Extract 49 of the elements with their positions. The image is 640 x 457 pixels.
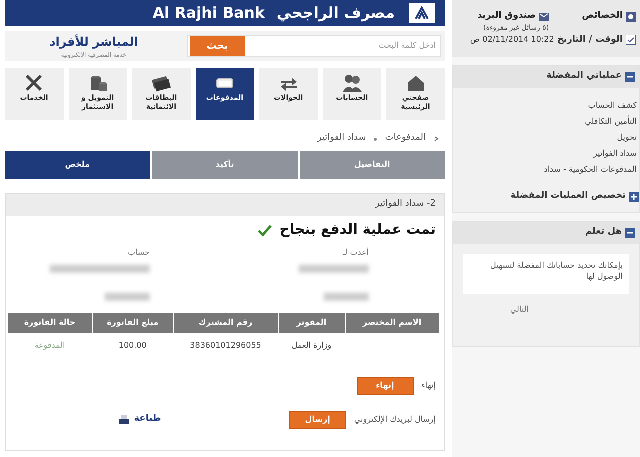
wizard-step: تأكيد [150, 151, 298, 179]
panel-title: 2- سداد الفواتير [375, 198, 436, 212]
favorite-link[interactable]: سداد الفواتير [453, 148, 637, 160]
redacted-value [105, 293, 150, 301]
favorite-link[interactable]: تحويل [453, 132, 637, 144]
column-header: المفوتر [278, 313, 346, 333]
nav-tile-icon [341, 72, 364, 94]
table-cell: المدفوعة [8, 333, 92, 359]
action-label: إرسال لبريدك الإلكتروني [354, 414, 436, 426]
field-label: أعدت لـ [342, 247, 369, 259]
check-icon [258, 224, 272, 236]
table-cell: 38360101296055 [173, 333, 278, 359]
mailbox-link[interactable]: صندوق البريد [477, 10, 550, 24]
wizard-step: التفاصيل [298, 151, 445, 179]
properties-link[interactable]: الخصائص [582, 10, 636, 24]
column-header: مبلغ الفاتورة [92, 313, 174, 333]
collapse-icon [625, 72, 635, 82]
favorite-link[interactable]: التأمين التكافلي [453, 116, 637, 128]
column-header: رقم المشترك [173, 313, 278, 333]
redacted-value [299, 265, 369, 273]
redacted-value [324, 293, 369, 301]
datetime-label: الوقت / التاريخ [557, 34, 623, 46]
favorite-link[interactable]: كشف الحساب [453, 100, 637, 112]
wizard-step: ملخص [5, 151, 150, 179]
bank-name: مصرف الراجحي [276, 2, 395, 24]
tip-text: بإمكانك تحديد حساباتك المفضلة لتسهيل الوصول لها [463, 254, 629, 294]
breadcrumb-separator-icon [374, 138, 378, 140]
field-label: حساب [128, 247, 150, 259]
next-link[interactable]: التالي [453, 304, 529, 316]
table-cell: 100.00 [92, 333, 174, 359]
datetime-value: 10:22 02/11/2014 ص [470, 34, 554, 46]
customize-favorites-link[interactable]: تخصيص العمليات المفضلة [453, 190, 639, 204]
column-header: حالة الفاتورة [8, 313, 92, 333]
panel-toggle[interactable]: عملياتي المفضلة [453, 66, 639, 88]
breadcrumb-link[interactable]: المدفوعات [385, 132, 426, 146]
printer-icon [118, 414, 130, 426]
panel-toggle[interactable]: هل تعلم [453, 222, 639, 244]
collapse-icon [625, 228, 635, 238]
table-cell: وزارة العمل [278, 333, 346, 359]
breadcrumb-link[interactable]: سداد الفواتير [318, 132, 366, 146]
column-header: الاسم المختصر [345, 313, 439, 333]
action-label: إنهاء [422, 380, 436, 392]
mail-icon [539, 12, 550, 22]
favorite-link[interactable]: المدفوعات الحكومية - سداد [453, 164, 637, 176]
success-message: تمت عملية الدفع بنجاح [280, 221, 436, 240]
bank-name: Al Rajhi Bank [152, 2, 265, 24]
brand-title: المباشر للأفراد [50, 34, 138, 50]
plus-icon [629, 192, 639, 202]
print-link[interactable]: طباعة [118, 413, 162, 427]
